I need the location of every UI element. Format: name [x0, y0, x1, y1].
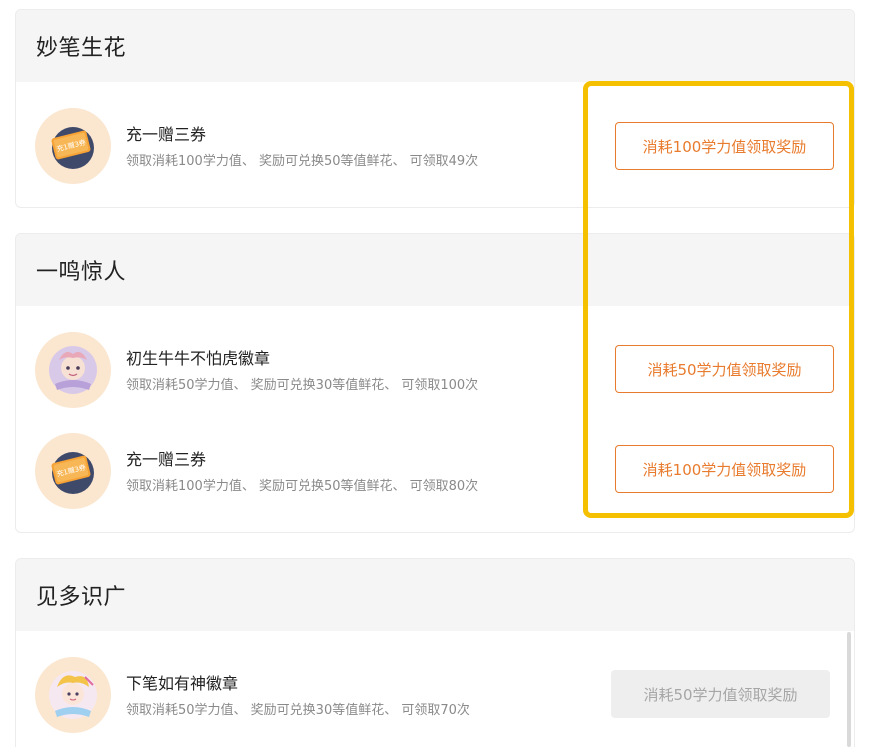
item-title: 充一赠三券 — [126, 450, 207, 469]
section-title: 一鸣惊人 — [36, 260, 127, 285]
cow-badge-icon — [35, 332, 111, 408]
item-title: 充一赠三券 — [126, 125, 207, 144]
section-yiming: 一鸣惊人 初生牛牛不怕虎徽章 领取消耗50学力值、 奖励可兑换30等值鲜花、 可… — [15, 233, 855, 533]
pen-badge-icon — [35, 657, 111, 733]
list-item: 初生牛牛不怕虎徽章 领取消耗50学力值、 奖励可兑换30等值鲜花、 可领取100… — [16, 330, 854, 410]
item-title: 下笔如有神徽章 — [126, 674, 239, 693]
ticket-coupon-icon: 充1赠3券 — [35, 433, 111, 509]
list-item: 充1赠3券 充一赠三券 领取消耗100学力值、 奖励可兑换50等值鲜花、 可领取… — [16, 431, 854, 511]
item-desc: 领取消耗100学力值、 奖励可兑换50等值鲜花、 可领取49次 — [126, 154, 479, 169]
scrollbar[interactable] — [847, 632, 851, 747]
section-header: 见多识广 — [16, 559, 854, 631]
item-title: 初生牛牛不怕虎徽章 — [126, 349, 271, 368]
section-header: 妙笔生花 — [16, 10, 854, 82]
section-miaobi: 妙笔生花 充1赠3券 充一赠三券 领取消耗100学力值、 奖励可兑换50等值鲜花… — [15, 9, 855, 208]
section-jianduo: 见多识广 下笔如有神徽章 领取消耗50学力值、 奖励可兑换30等值鲜花、 可领取… — [15, 558, 855, 747]
list-item: 充1赠3券 充一赠三券 领取消耗100学力值、 奖励可兑换50等值鲜花、 可领取… — [16, 106, 854, 186]
section-title: 见多识广 — [36, 585, 127, 610]
claim-reward-button[interactable]: 消耗100学力值领取奖励 — [615, 122, 834, 170]
ticket-coupon-icon: 充1赠3券 — [35, 108, 111, 184]
section-title: 妙笔生花 — [36, 36, 127, 61]
item-desc: 领取消耗50学力值、 奖励可兑换30等值鲜花、 可领取70次 — [126, 703, 470, 718]
item-desc: 领取消耗100学力值、 奖励可兑换50等值鲜花、 可领取80次 — [126, 479, 479, 494]
claim-reward-button[interactable]: 消耗50学力值领取奖励 — [615, 345, 834, 393]
list-item: 下笔如有神徽章 领取消耗50学力值、 奖励可兑换30等值鲜花、 可领取70次 消… — [16, 655, 854, 735]
claim-reward-button[interactable]: 消耗100学力值领取奖励 — [615, 445, 834, 493]
section-header: 一鸣惊人 — [16, 234, 854, 306]
claim-reward-button-disabled[interactable]: 消耗50学力值领取奖励 — [611, 670, 830, 718]
rewards-page: 妙笔生花 充1赠3券 充一赠三券 领取消耗100学力值、 奖励可兑换50等值鲜花… — [0, 0, 869, 747]
item-desc: 领取消耗50学力值、 奖励可兑换30等值鲜花、 可领取100次 — [126, 378, 479, 393]
